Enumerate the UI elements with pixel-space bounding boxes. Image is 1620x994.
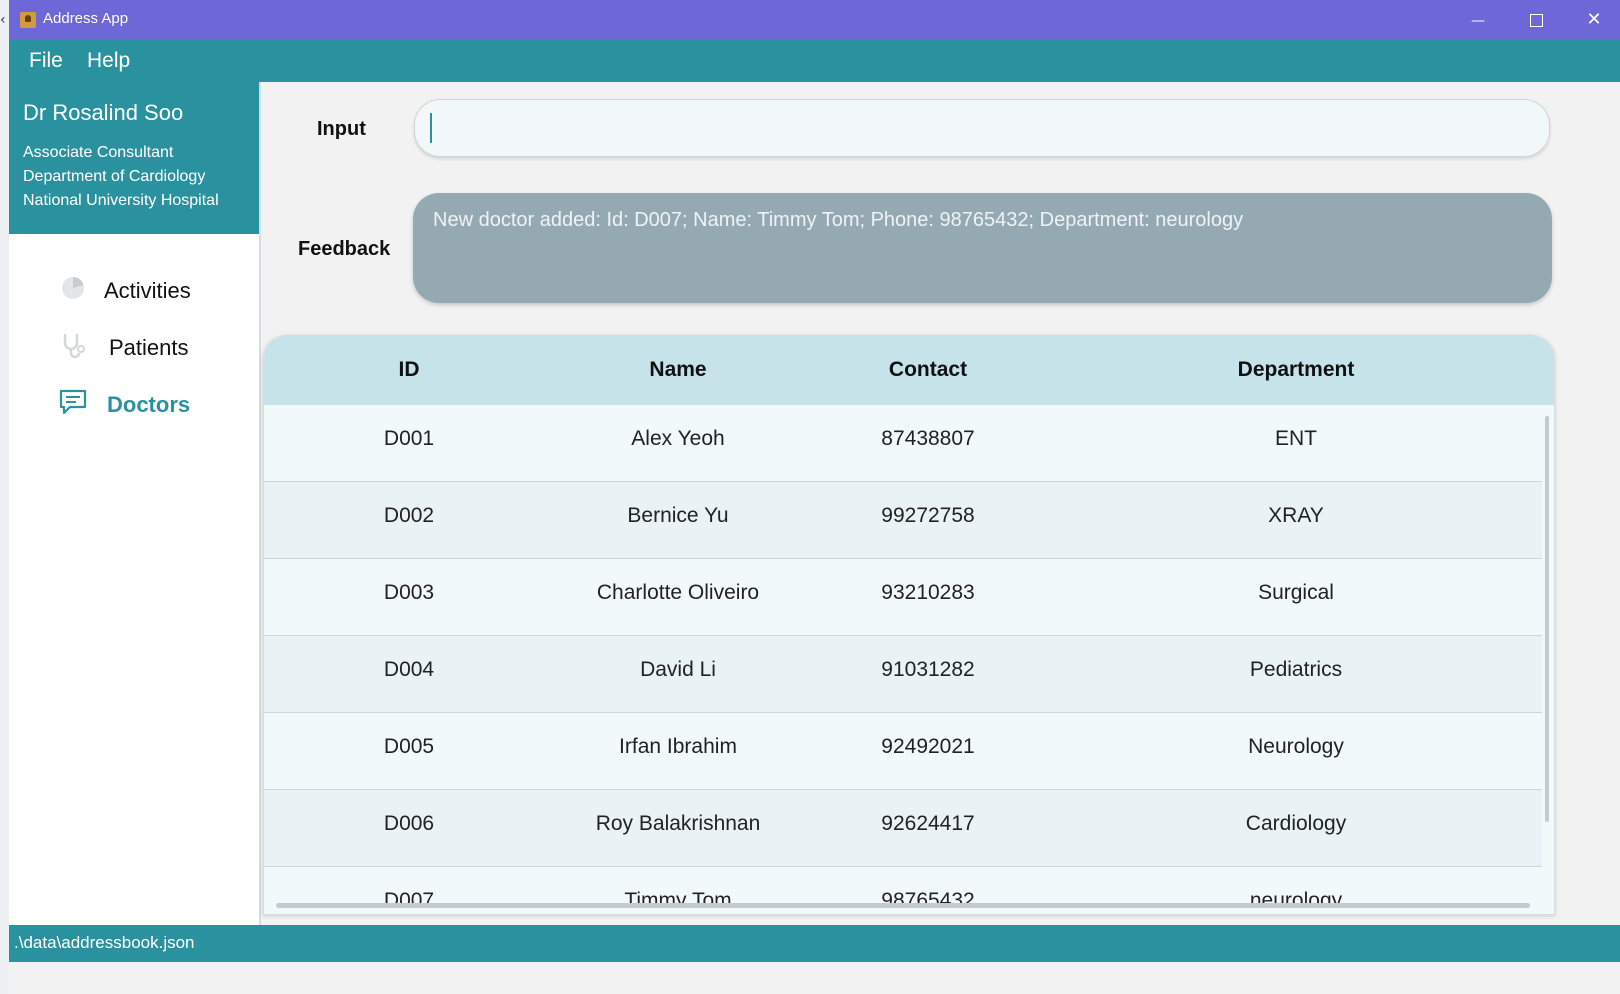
profile-role: Associate Consultant (23, 144, 174, 161)
status-bar: .\data\addressbook.json (9, 925, 1620, 962)
table-row[interactable]: D006 Roy Balakrishnan 92624417 Cardiolog… (264, 790, 1542, 867)
nav-doctors-label: Doctors (107, 392, 191, 417)
cell-contact: 98765432 (881, 889, 975, 904)
feedback-box: New doctor added: Id: D007; Name: Timmy … (413, 193, 1552, 303)
menu-bar: File Help (9, 40, 1620, 82)
menu-help[interactable]: Help (87, 49, 130, 73)
cell-department: Cardiology (1245, 812, 1347, 835)
close-button[interactable]: ✕ (1565, 0, 1620, 40)
column-header-name[interactable]: Name (649, 358, 706, 382)
nav-item-activities[interactable]: Activities (49, 270, 239, 310)
cell-name: Bernice Yu (627, 504, 729, 527)
cell-name: Irfan Ibrahim (619, 735, 737, 758)
minimize-icon: — (1471, 13, 1485, 29)
profile-hospital: National University Hospital (23, 192, 219, 209)
cell-contact: 93210283 (881, 581, 975, 604)
window-title: Address App (43, 10, 129, 27)
cell-name: Alex Yeoh (631, 427, 725, 450)
save-file-path: .\data\addressbook.json (14, 933, 195, 952)
close-icon: ✕ (1586, 9, 1602, 30)
table-header: ID Name Contact Department (264, 336, 1554, 405)
nav-activities-label: Activities (104, 278, 191, 303)
profile-name: Dr Rosalind Soo (23, 100, 184, 125)
menu-file[interactable]: File (29, 49, 63, 73)
cell-contact: 87438807 (881, 427, 975, 450)
cell-id: D003 (383, 581, 435, 604)
app-window: Address App — ✕ File Help Dr Rosalind So… (9, 0, 1620, 994)
column-header-department[interactable]: Department (1238, 358, 1355, 382)
minimize-button[interactable]: — (1449, 0, 1507, 40)
cell-id: D006 (383, 812, 435, 835)
cell-contact: 92492021 (881, 735, 975, 758)
cell-contact: 91031282 (881, 658, 975, 681)
cell-department: neurology (1249, 889, 1343, 904)
cell-department: Neurology (1248, 735, 1344, 758)
cell-department: Pediatrics (1249, 658, 1343, 681)
table-row[interactable]: D007 Timmy Tom 98765432 neurology (264, 867, 1542, 904)
profile-card: Dr Rosalind Soo Associate Consultant Dep… (9, 82, 259, 234)
sidebar: Dr Rosalind Soo Associate Consultant Dep… (9, 82, 261, 956)
stethoscope-icon (63, 334, 85, 359)
column-header-id[interactable]: ID (399, 358, 420, 382)
cell-id: D002 (383, 504, 435, 527)
table-row[interactable]: D003 Charlotte Oliveiro 93210283 Surgica… (264, 559, 1542, 636)
title-bar[interactable]: Address App — ✕ (9, 0, 1620, 40)
vertical-scrollbar[interactable] (1545, 416, 1549, 822)
chat-icon (59, 389, 87, 415)
feedback-label: Feedback (298, 238, 391, 260)
cell-name: Timmy Tom (624, 889, 732, 904)
input-label: Input (317, 118, 366, 140)
table-row[interactable]: D001 Alex Yeoh 87438807 ENT (264, 405, 1542, 482)
cell-id: D001 (383, 427, 435, 450)
cell-department: Surgical (1258, 581, 1334, 604)
cell-name: Charlotte Oliveiro (596, 581, 760, 604)
cell-id: D007 (383, 889, 435, 904)
table-body: D001 Alex Yeoh 87438807 ENT D002 Bernice… (264, 405, 1542, 904)
horizontal-scrollbar[interactable] (276, 903, 1530, 908)
background-close-glyph: ‹ (0, 12, 6, 28)
column-header-contact[interactable]: Contact (889, 358, 967, 382)
text-cursor (430, 113, 432, 143)
cell-id: D004 (383, 658, 435, 681)
nav-patients-label: Patients (109, 335, 189, 360)
command-input[interactable] (414, 99, 1550, 157)
nav-item-doctors[interactable]: Doctors (49, 384, 239, 424)
pie-chart-icon (62, 277, 84, 299)
table-row[interactable]: D004 David Li 91031282 Pediatrics (264, 636, 1542, 713)
table-row[interactable]: D005 Irfan Ibrahim 92492021 Neurology (264, 713, 1542, 790)
table-row[interactable]: D002 Bernice Yu 99272758 XRAY (264, 482, 1542, 559)
cell-contact: 99272758 (881, 504, 975, 527)
cell-department: XRAY (1268, 504, 1324, 527)
profile-department: Department of Cardiology (23, 168, 206, 185)
app-icon (20, 12, 36, 28)
maximize-button[interactable] (1507, 0, 1565, 40)
cell-department: ENT (1275, 427, 1317, 450)
cell-contact: 92624417 (881, 812, 975, 835)
nav-item-patients[interactable]: Patients (49, 327, 239, 367)
cell-name: David Li (640, 658, 716, 681)
cell-name: Roy Balakrishnan (595, 812, 761, 835)
cell-id: D005 (383, 735, 435, 758)
doctors-table: ID Name Contact Department D001 Alex Yeo… (263, 335, 1555, 915)
maximize-icon (1529, 13, 1543, 27)
